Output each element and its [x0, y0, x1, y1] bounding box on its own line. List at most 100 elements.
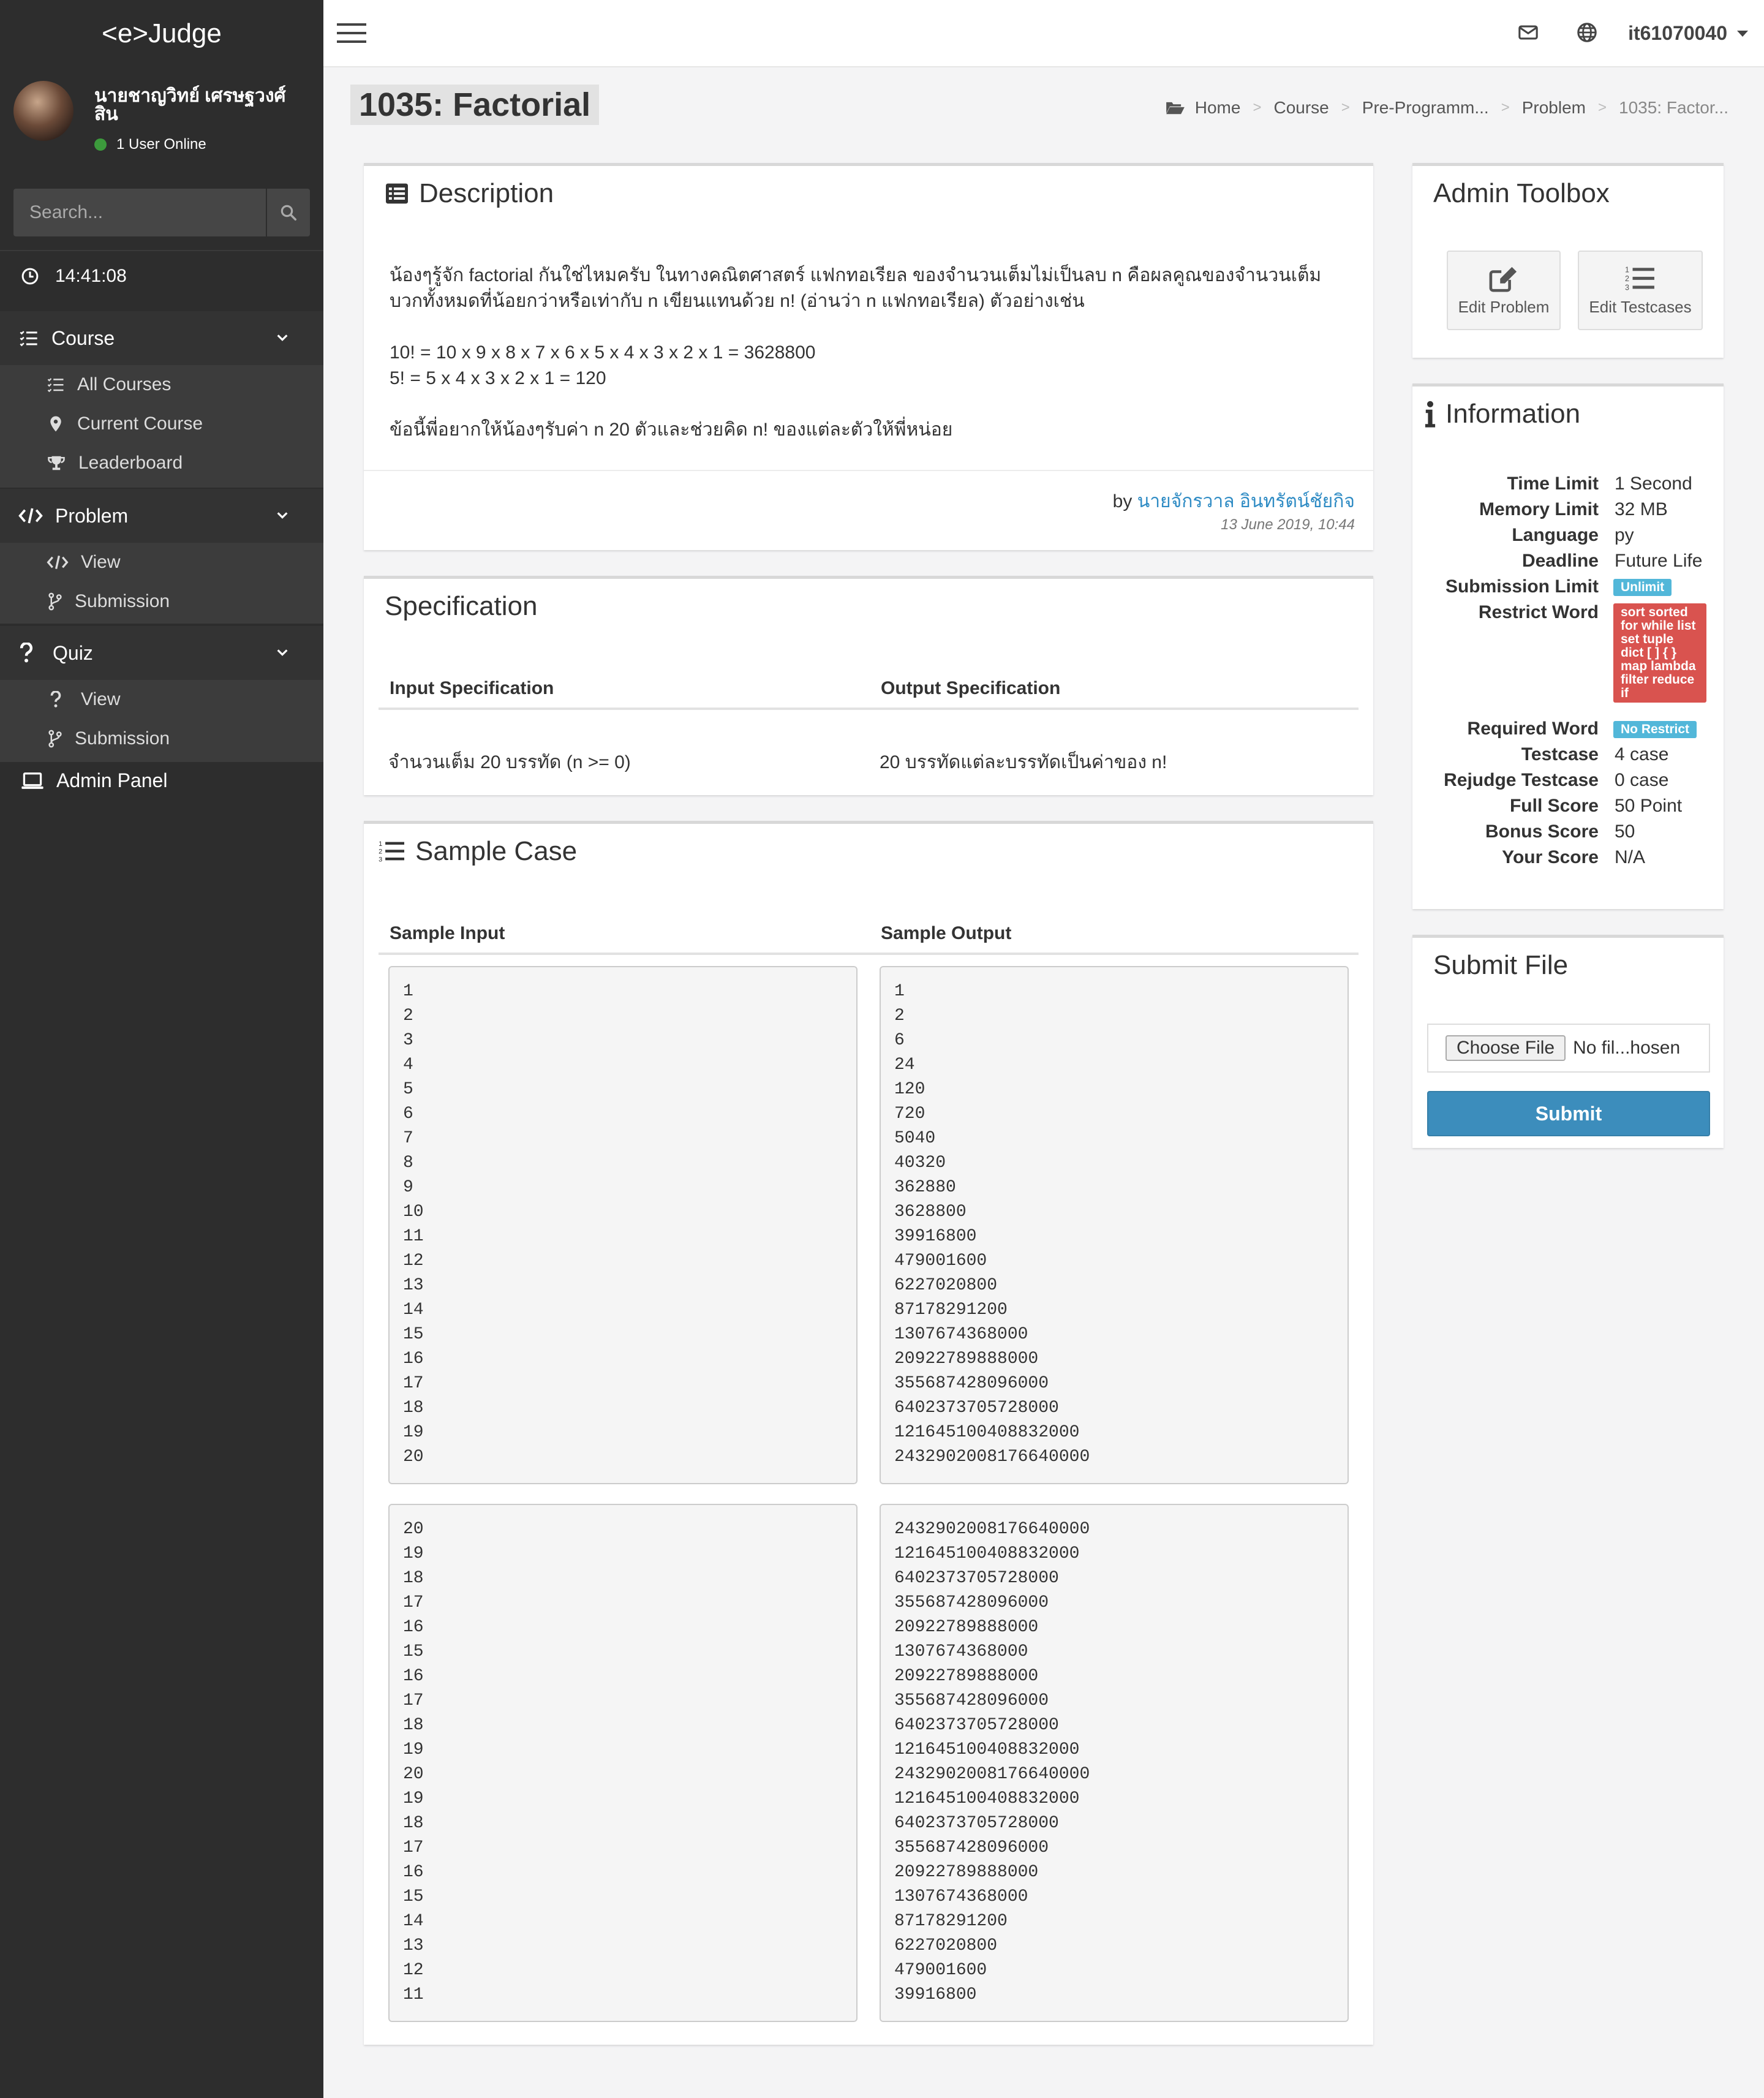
sample-line: 6402373705728000	[894, 1814, 1059, 1833]
info-value: Future Life	[1615, 551, 1703, 571]
nav-quiz[interactable]: Quiz	[0, 626, 323, 680]
author-link[interactable]: นายจักรวาล อินทรัตน์ชัยกิจ	[1137, 491, 1355, 511]
code-icon	[47, 556, 69, 569]
nav-leaderboard-label: Leaderboard	[78, 453, 183, 473]
sample-line: 19	[403, 1544, 424, 1563]
list-check-icon	[20, 331, 37, 347]
sample-input-2[interactable]: 20 19 18 17 16 15 16 17 18 19 20 19 18 17 16 15 14 13 12 11	[388, 1504, 858, 2022]
breadcrumb-preprogramming[interactable]: Pre-Programm...	[1362, 98, 1489, 118]
submit-button[interactable]: Submit	[1427, 1091, 1710, 1136]
breadcrumb-problem[interactable]: Problem	[1522, 98, 1586, 118]
info-language: Language py	[1412, 525, 1721, 551]
sample-line: 355687428096000	[894, 1593, 1049, 1612]
info-testcase: Testcase 4 case	[1412, 744, 1721, 770]
breadcrumb-home[interactable]: Home	[1195, 98, 1241, 118]
nav-problem[interactable]: Problem	[0, 489, 323, 543]
sample-line: 3628800	[894, 1202, 967, 1221]
nav-problem-view[interactable]: View	[0, 543, 323, 582]
divider	[364, 470, 1373, 471]
information-box: Information Time Limit 1 Second Memory Li…	[1412, 383, 1724, 909]
sample-output-2[interactable]: 2432902008176640000 121645100408832000 640…	[880, 1504, 1349, 2022]
edit-testcases-label: Edit Testcases	[1589, 297, 1692, 316]
svg-text:3: 3	[1625, 283, 1629, 292]
list-ol-icon: 123	[1625, 265, 1654, 292]
sample-line: 20922789888000	[894, 1667, 1039, 1686]
admin-toolbox: Admin Toolbox Edit Problem 123 Edit Test…	[1412, 163, 1724, 358]
search-input[interactable]	[13, 189, 266, 236]
globe-icon[interactable]	[1577, 22, 1597, 43]
sample-line: 20	[403, 1520, 424, 1539]
sample-line: 20	[403, 1765, 424, 1784]
example-line: 10! = 10 x 9 x 8 x 7 x 6 x 5 x 4 x 3 x 2…	[390, 342, 816, 363]
sample-line: 6402373705728000	[894, 1398, 1059, 1417]
sample-line: 2432902008176640000	[894, 1520, 1090, 1539]
sample-line: 6402373705728000	[894, 1569, 1059, 1588]
question-icon	[50, 691, 61, 708]
nav-current-course[interactable]: Current Course	[0, 404, 323, 443]
nav-leaderboard[interactable]: Leaderboard	[0, 443, 323, 483]
info-key: Required Word	[1467, 719, 1599, 739]
sample-line: 479001600	[894, 1251, 987, 1270]
sample-line: 1307674368000	[894, 1642, 1028, 1661]
nav-problem-submission[interactable]: Submission	[0, 582, 323, 621]
envelope-icon[interactable]	[1518, 22, 1539, 43]
sample-line: 121645100408832000	[894, 1740, 1080, 1759]
choose-file-button[interactable]: Choose File	[1446, 1035, 1566, 1061]
edit-testcases-button[interactable]: 123 Edit Testcases	[1578, 251, 1703, 330]
hamburger-menu-icon[interactable]	[337, 22, 366, 44]
info-key: Deadline	[1521, 551, 1599, 571]
info-value: 1 Second	[1615, 474, 1692, 494]
nav-quiz-submission[interactable]: Submission	[0, 719, 323, 758]
sample-line: 355687428096000	[894, 1374, 1049, 1393]
breadcrumb-current: 1035: Factor...	[1619, 98, 1728, 117]
page-title: 1035: Factorial	[350, 85, 600, 125]
online-dot-icon	[94, 138, 107, 151]
nav-current-course-label: Current Course	[77, 413, 203, 434]
sample-line: 14	[403, 1912, 424, 1931]
edit-problem-label: Edit Problem	[1458, 297, 1550, 316]
edit-icon	[1489, 266, 1517, 292]
info-value: 50	[1615, 821, 1635, 842]
sample-header-row: Sample Input Sample Output	[379, 916, 1359, 955]
sample-input-1[interactable]: 1 2 3 4 5 6 7 8 9 10 11 12 13 14 15 16 17 18 19 20	[388, 966, 858, 1484]
nav-course[interactable]: Course	[0, 311, 323, 365]
chevron-down-icon	[277, 512, 288, 519]
sample-line: 87178291200	[894, 1912, 1008, 1931]
file-input[interactable]: Choose File No fil...hosen	[1427, 1024, 1710, 1073]
search-button[interactable]	[266, 189, 310, 236]
sample-line: 355687428096000	[894, 1691, 1049, 1710]
nav-admin-panel[interactable]: Admin Panel	[21, 769, 167, 792]
sample-line: 1307674368000	[894, 1887, 1028, 1906]
list-ol-icon: 123	[379, 840, 404, 863]
divider	[0, 250, 323, 251]
nav-all-courses[interactable]: All Courses	[0, 365, 323, 404]
chevron-down-icon	[277, 649, 288, 656]
info-time-limit: Time Limit 1 Second	[1412, 474, 1721, 499]
trophy-icon	[48, 456, 65, 470]
folder-open-icon	[1166, 102, 1185, 115]
by-label: by	[1112, 491, 1133, 511]
svg-text:3: 3	[379, 856, 382, 863]
example-line: 5! = 5 x 4 x 3 x 2 x 1 = 120	[390, 368, 606, 388]
sample-output-1[interactable]: 1 2 6 24 120 720 5040 40320 362880 3628800 3991680…	[880, 966, 1349, 1484]
sample-line: 87178291200	[894, 1300, 1008, 1319]
restrict-word-badge: sort sorted for while list set tuple dic…	[1613, 603, 1706, 703]
description-heading-text: Description	[419, 178, 554, 208]
edit-problem-button[interactable]: Edit Problem	[1447, 251, 1561, 330]
nav-quiz-view[interactable]: View	[0, 680, 323, 719]
info-value: N/A	[1615, 847, 1646, 867]
info-key: Full Score	[1509, 796, 1599, 816]
information-heading: Information	[1425, 399, 1580, 429]
nav-course-label: Course	[51, 326, 115, 349]
sample-line: 2432902008176640000	[894, 1765, 1090, 1784]
info-key: Your Score	[1502, 847, 1599, 867]
code-branch-icon	[48, 730, 62, 748]
output-spec-value: 20 บรรทัดแต่ละบรรทัดเป็นค่าของ n!	[880, 752, 1167, 772]
brand-logo[interactable]: <e>Judge	[0, 0, 323, 67]
list-icon	[47, 378, 64, 393]
breadcrumb-course[interactable]: Course	[1273, 98, 1329, 118]
sample-line: 16	[403, 1863, 424, 1882]
author-line: by นายจักรวาล อินทรัตน์ชัยกิจ	[1113, 487, 1355, 516]
user-menu[interactable]: it61070040	[1628, 22, 1748, 45]
info-key: Testcase	[1521, 744, 1599, 764]
